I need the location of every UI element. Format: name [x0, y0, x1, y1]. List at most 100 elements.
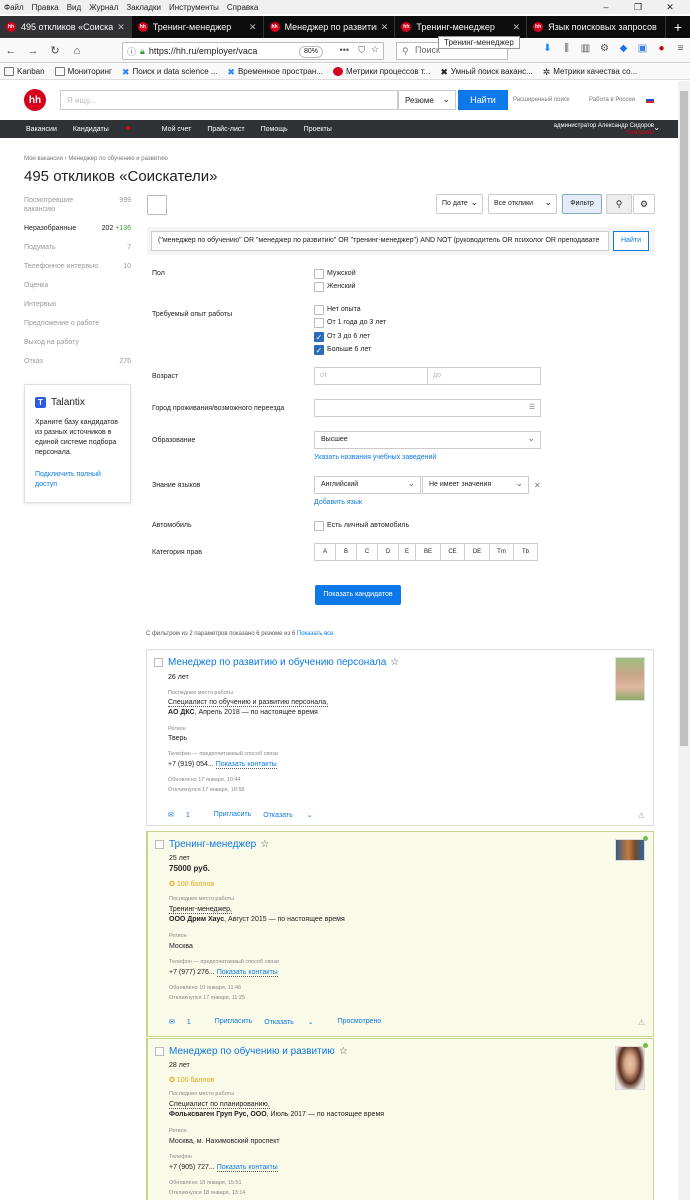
invite-button[interactable]: Пригласить	[215, 1018, 252, 1026]
menu-history[interactable]: Журнал	[89, 3, 118, 12]
education-institutions-link[interactable]: Указать названия учебных заведений	[314, 454, 436, 461]
close-tab-icon[interactable]: ✕	[381, 22, 389, 33]
sidebar-item-unsorted[interactable]: Неразобранные 202 +136	[24, 224, 131, 233]
candidate-title[interactable]: Менеджер по развитию и обучению персонал…	[168, 657, 399, 668]
exp-6plus-checkbox[interactable]: ✓	[314, 345, 324, 355]
menu-tools[interactable]: Инструменты	[169, 3, 219, 12]
bookmark-item[interactable]: Kanban	[4, 67, 45, 76]
responses-select[interactable]: Все отклики ⌄	[488, 194, 557, 214]
close-window-icon[interactable]: ✕	[658, 0, 682, 14]
chevron-down-icon[interactable]: ⌄	[653, 123, 660, 132]
sidebar-item-interview[interactable]: Интервью	[24, 300, 131, 309]
candidate-checkbox[interactable]	[155, 1047, 164, 1056]
hamburger-menu-icon[interactable]: ≡	[671, 43, 690, 54]
browser-tab[interactable]: hh Тренинг-менеджер ✕	[395, 16, 528, 38]
show-all-link[interactable]: Показать все	[297, 631, 334, 637]
candidate-checkbox[interactable]	[155, 840, 164, 849]
education-select[interactable]: Высшее	[314, 431, 541, 449]
new-tab-icon[interactable]: +	[666, 16, 690, 38]
site-search-input[interactable]: Я ищу...	[60, 90, 398, 110]
query-find-button[interactable]: Найти	[613, 231, 649, 251]
sidebar-item-viewed[interactable]: Посмотревшие вакансию 999	[24, 196, 131, 214]
candidate-photo[interactable]	[615, 1046, 645, 1090]
bookmark-item[interactable]: Метрики процессов т...	[332, 67, 430, 76]
pocket-icon[interactable]: ⛉	[358, 45, 365, 56]
license-category-b[interactable]: B	[335, 543, 357, 561]
reject-button[interactable]: Отказать ⌄	[263, 811, 324, 819]
select-all-checkbox[interactable]	[147, 195, 167, 215]
account-menu[interactable]: администратор Александр Сидоров Компания	[554, 123, 654, 137]
bookmark-item[interactable]: ✖ Временное простран...	[227, 67, 323, 77]
search-button[interactable]: ⚲	[606, 194, 632, 214]
reject-button[interactable]: Отказать ⌄	[264, 1018, 325, 1026]
reload-icon[interactable]: ↻	[44, 44, 66, 57]
query-input[interactable]: ("менеджер по обучению" OR "менеджер по …	[151, 231, 609, 251]
url-bar[interactable]: ⓘ 🔒︎ https://hh.ru/employer/vaca 80% •••…	[122, 42, 384, 60]
age-from-input[interactable]: от	[314, 367, 428, 385]
list-icon[interactable]: ☰	[529, 403, 535, 411]
extension-icon[interactable]: ▣	[633, 43, 652, 54]
nav-pricelist[interactable]: Прайс-лист	[207, 126, 244, 133]
close-tab-icon[interactable]: ✕	[117, 22, 125, 33]
browser-tab[interactable]: hh Тренинг-менеджер ✕	[132, 16, 264, 38]
language-select[interactable]: Английский	[314, 476, 421, 494]
settings-button[interactable]: ⚙	[633, 194, 655, 214]
extension-icon[interactable]: ◆	[614, 43, 633, 54]
region-link[interactable]: Работа в России	[589, 97, 635, 103]
extension-icon[interactable]: ⚙	[595, 43, 614, 54]
browser-tab[interactable]: hh Язык поисковых запросов	[527, 16, 666, 38]
nav-account[interactable]: Мой счет	[162, 126, 192, 133]
russia-flag-icon[interactable]	[646, 97, 654, 103]
bookmark-star-icon[interactable]: ☆	[371, 44, 379, 55]
scrollbar-thumb[interactable]	[680, 91, 688, 746]
viewed-label[interactable]: Просмотрено	[338, 1018, 382, 1026]
sidebar-item-rejected[interactable]: Отказ 276	[24, 357, 131, 366]
license-category-tb[interactable]: Tb	[513, 543, 538, 561]
minimize-icon[interactable]: –	[594, 0, 618, 14]
page-actions-icon[interactable]: •••	[340, 45, 349, 55]
breadcrumb[interactable]: Мои вакансии › Менеджер по обучению и ра…	[24, 156, 168, 162]
candidate-title[interactable]: Тренинг-менеджер ☆	[169, 839, 269, 850]
city-input[interactable]: ☰	[314, 399, 541, 417]
talantix-link[interactable]: Подключить полный доступ	[35, 470, 120, 490]
library-icon[interactable]: ⫼	[557, 43, 576, 54]
age-to-input[interactable]: до	[427, 367, 541, 385]
candidate-photo[interactable]	[615, 657, 645, 701]
home-icon[interactable]: ⌂	[66, 45, 88, 57]
star-icon[interactable]: ☆	[339, 1046, 348, 1057]
show-contacts-link[interactable]: Показать контакты	[216, 1164, 278, 1172]
filter-button[interactable]: Фильтр	[562, 194, 602, 214]
sidebar-icon[interactable]: ▥	[576, 43, 595, 54]
exp-none-checkbox[interactable]	[314, 305, 324, 315]
menu-edit[interactable]: Правка	[32, 3, 59, 12]
nav-help[interactable]: Помощь	[261, 126, 288, 133]
show-contacts-link[interactable]: Показать контакты	[216, 969, 278, 977]
warning-icon[interactable]: ⚠	[638, 1018, 645, 1027]
close-tab-icon[interactable]: ✕	[249, 22, 257, 33]
extension-icon[interactable]: ●	[652, 43, 671, 54]
gender-female-checkbox[interactable]	[314, 282, 324, 292]
license-category-be[interactable]: BE	[415, 543, 441, 561]
add-language-link[interactable]: Добавить язык	[314, 499, 362, 506]
car-checkbox[interactable]	[314, 521, 324, 531]
license-category-c[interactable]: C	[356, 543, 378, 561]
license-category-ce[interactable]: CE	[440, 543, 465, 561]
close-tab-icon[interactable]: ✕	[513, 22, 521, 33]
bookmark-item[interactable]: ✲ Метрики качества со...	[543, 67, 638, 77]
messages-button[interactable]: ✉ 1	[168, 811, 202, 819]
sidebar-item-phone-interview[interactable]: Телефонное интервью 10	[24, 262, 131, 271]
gender-male-checkbox[interactable]	[314, 269, 324, 279]
messages-button[interactable]: ✉ 1	[169, 1018, 203, 1026]
forward-icon[interactable]: →	[22, 45, 44, 57]
show-contacts-link[interactable]: Показать контакты	[215, 761, 277, 769]
candidate-photo[interactable]	[615, 839, 645, 861]
scrollbar[interactable]	[678, 81, 690, 1200]
star-icon[interactable]: ☆	[390, 657, 399, 668]
nav-candidates[interactable]: Кандидаты	[73, 125, 146, 133]
download-icon[interactable]: ⬇	[538, 43, 557, 54]
star-icon[interactable]: ☆	[260, 839, 269, 850]
menu-view[interactable]: Вид	[67, 3, 81, 12]
sidebar-item-offer[interactable]: Предложение о работе	[24, 319, 131, 328]
warning-icon[interactable]: ⚠	[638, 811, 645, 820]
hh-logo[interactable]: hh	[24, 89, 46, 111]
